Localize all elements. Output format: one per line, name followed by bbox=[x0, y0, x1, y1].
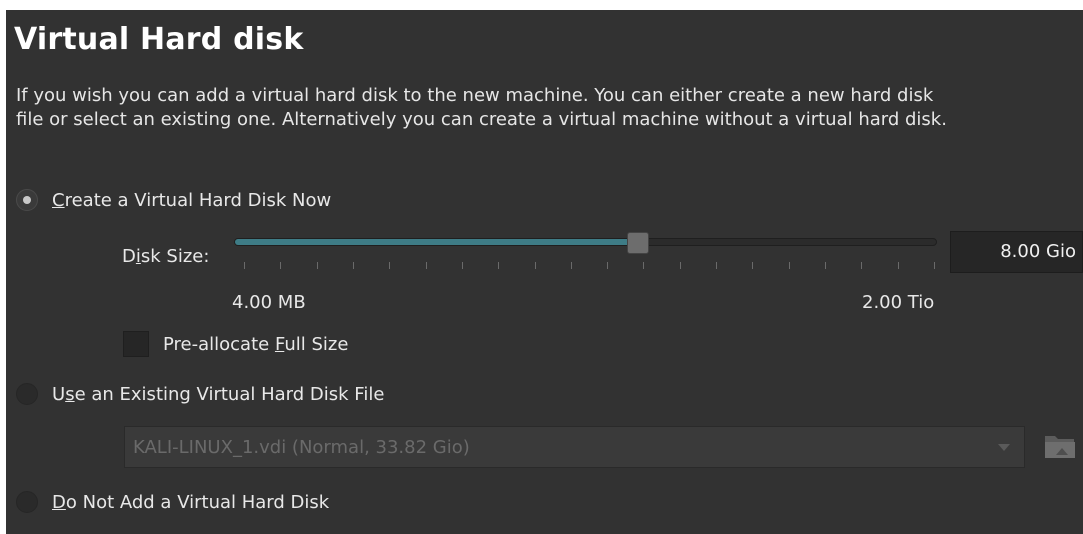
radio-do-not-add[interactable]: Do Not Add a Virtual Hard Disk bbox=[16, 488, 329, 516]
radio-create-now-label: Create a Virtual Hard Disk Now bbox=[52, 189, 332, 211]
slider-tick bbox=[317, 262, 318, 269]
radio-use-existing[interactable]: Use an Existing Virtual Hard Disk File bbox=[16, 380, 384, 408]
preallocate-checkbox-row[interactable]: Pre-allocate Full Size bbox=[123, 331, 348, 357]
slider-tick bbox=[861, 262, 862, 269]
slider-tick bbox=[898, 262, 899, 269]
disk-size-label: Disk Size: bbox=[122, 246, 210, 267]
slider-tick bbox=[680, 262, 681, 269]
disk-size-min-label: 4.00 MB bbox=[232, 292, 306, 313]
slider-tick bbox=[426, 262, 427, 269]
radio-use-existing-indicator[interactable] bbox=[16, 383, 38, 405]
radio-do-not-add-indicator[interactable] bbox=[16, 491, 38, 513]
folder-open-icon[interactable] bbox=[1042, 428, 1078, 464]
slider-tick bbox=[643, 262, 644, 269]
slider-tick bbox=[462, 262, 463, 269]
radio-create-now-indicator[interactable] bbox=[16, 189, 38, 211]
page-description: If you wish you can add a virtual hard d… bbox=[16, 85, 947, 130]
slider-tick bbox=[498, 262, 499, 269]
page-title: Virtual Hard disk bbox=[14, 22, 304, 57]
preallocate-checkbox[interactable] bbox=[123, 331, 149, 357]
disk-size-max-label: 2.00 Tio bbox=[862, 292, 935, 313]
slider-handle[interactable] bbox=[627, 232, 649, 254]
disk-size-input[interactable]: 8.00 Gio bbox=[950, 231, 1083, 273]
radio-create-now[interactable]: Create a Virtual Hard Disk Now bbox=[16, 186, 331, 214]
slider-tick bbox=[607, 262, 608, 269]
slider-tick bbox=[825, 262, 826, 269]
slider-fill bbox=[235, 239, 638, 245]
slider-tick bbox=[389, 262, 390, 269]
slider-tick bbox=[535, 262, 536, 269]
slider-tick bbox=[244, 262, 245, 269]
existing-disk-selected: KALI-LINUX_1.vdi (Normal, 33.82 Gio) bbox=[133, 436, 470, 458]
preallocate-label: Pre-allocate Full Size bbox=[163, 333, 349, 355]
slider-tick bbox=[789, 262, 790, 269]
existing-disk-combobox[interactable]: KALI-LINUX_1.vdi (Normal, 33.82 Gio) bbox=[124, 426, 1025, 468]
chevron-down-icon[interactable] bbox=[998, 443, 1010, 451]
radio-use-existing-label: Use an Existing Virtual Hard Disk File bbox=[52, 383, 385, 405]
radio-do-not-add-label: Do Not Add a Virtual Hard Disk bbox=[52, 491, 330, 513]
slider-tick bbox=[353, 262, 354, 269]
slider-tick bbox=[934, 262, 935, 269]
virtual-hard-disk-page: Virtual Hard disk If you wish you can ad… bbox=[6, 10, 1083, 534]
slider-ticks bbox=[244, 262, 935, 270]
slider-tick bbox=[716, 262, 717, 269]
slider-tick bbox=[752, 262, 753, 269]
slider-tick bbox=[280, 262, 281, 269]
disk-size-slider[interactable] bbox=[234, 232, 937, 254]
slider-tick bbox=[571, 262, 572, 269]
